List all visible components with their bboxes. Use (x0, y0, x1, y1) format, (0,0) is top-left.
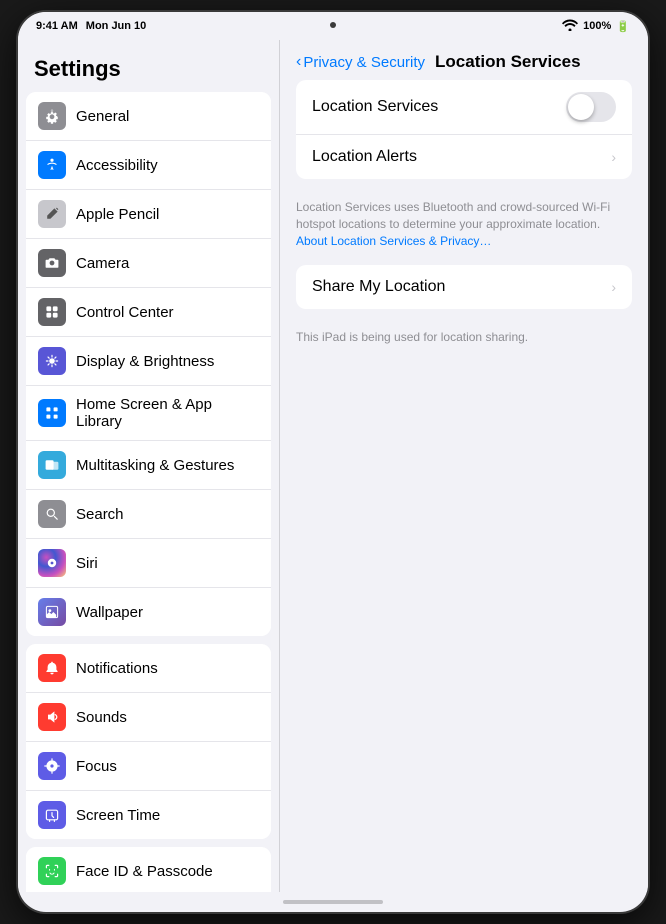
share-location-section: Share My Location › (296, 265, 632, 309)
sidebar-item-accessibility[interactable]: Accessibility (26, 141, 271, 190)
control-center-label: Control Center (76, 304, 259, 321)
apple-pencil-icon (38, 200, 66, 228)
sidebar-section-3: Face ID & Passcode Privacy & Security (26, 847, 271, 892)
home-bar (283, 900, 383, 904)
nav-title: Location Services (435, 52, 581, 72)
sidebar-item-focus[interactable]: Focus (26, 742, 271, 791)
home-screen-icon (38, 399, 66, 427)
share-my-location-row[interactable]: Share My Location › (296, 265, 632, 309)
search-label: Search (76, 506, 259, 523)
wallpaper-label: Wallpaper (76, 604, 259, 621)
sidebar-item-control-center[interactable]: Control Center (26, 288, 271, 337)
focus-icon (38, 752, 66, 780)
location-services-toggle[interactable] (566, 92, 616, 122)
multitasking-label: Multitasking & Gestures (76, 457, 259, 474)
sidebar-item-face-id[interactable]: Face ID & Passcode (26, 847, 271, 892)
general-label: General (76, 108, 259, 125)
sidebar-title: Settings (18, 40, 279, 92)
sidebar-section-2: Notifications Sounds Focus (26, 644, 271, 839)
ipad-frame: 9:41 AM Mon Jun 10 100% 🔋 Settings (18, 12, 648, 912)
sidebar-item-multitasking[interactable]: Multitasking & Gestures (26, 441, 271, 490)
description-section: Location Services uses Bluetooth and cro… (280, 195, 648, 265)
location-alerts-row[interactable]: Location Alerts › (296, 135, 632, 179)
sidebar: Settings General Accessibility (18, 40, 280, 892)
face-id-icon (38, 857, 66, 885)
share-my-location-label: Share My Location (312, 278, 603, 296)
sidebar-item-general[interactable]: General (26, 92, 271, 141)
share-my-location-chevron: › (611, 279, 616, 295)
wifi-icon (562, 19, 578, 34)
sounds-label: Sounds (76, 709, 259, 726)
location-services-section: Location Services Location Alerts › (296, 80, 632, 179)
nav-bar: ‹ Privacy & Security Location Services (280, 40, 648, 80)
location-alerts-label: Location Alerts (312, 148, 603, 166)
share-description-text: This iPad is being used for location sha… (296, 329, 632, 346)
notifications-label: Notifications (76, 660, 259, 677)
home-screen-label: Home Screen & App Library (76, 396, 259, 430)
status-bar-right: 100% 🔋 (562, 19, 630, 34)
focus-label: Focus (76, 758, 259, 775)
share-description-section: This iPad is being used for location sha… (280, 325, 648, 362)
date-display: Mon Jun 10 (86, 20, 147, 32)
screen-time-icon (38, 801, 66, 829)
sidebar-item-screen-time[interactable]: Screen Time (26, 791, 271, 839)
ipad-screen: 9:41 AM Mon Jun 10 100% 🔋 Settings (18, 12, 648, 912)
wallpaper-icon (38, 598, 66, 626)
top-camera (330, 22, 336, 28)
sidebar-section-1: General Accessibility Apple Pencil (26, 92, 271, 636)
nav-back-label: Privacy & Security (303, 54, 425, 71)
sidebar-item-siri[interactable]: Siri (26, 539, 271, 588)
nav-back-chevron: ‹ (296, 53, 301, 71)
sidebar-item-notifications[interactable]: Notifications (26, 644, 271, 693)
location-services-label: Location Services (312, 98, 566, 116)
accessibility-icon (38, 151, 66, 179)
detail-panel: ‹ Privacy & Security Location Services L… (280, 40, 648, 892)
nav-back-button[interactable]: ‹ Privacy & Security (296, 53, 425, 71)
screen-time-label: Screen Time (76, 807, 259, 824)
face-id-label: Face ID & Passcode (76, 863, 259, 880)
siri-icon (38, 549, 66, 577)
time-display: 9:41 AM (36, 20, 78, 32)
notifications-icon (38, 654, 66, 682)
battery-text: 100% (583, 20, 611, 32)
sidebar-item-wallpaper[interactable]: Wallpaper (26, 588, 271, 636)
display-brightness-label: Display & Brightness (76, 353, 259, 370)
camera-icon (38, 249, 66, 277)
sidebar-item-home-screen[interactable]: Home Screen & App Library (26, 386, 271, 441)
general-icon (38, 102, 66, 130)
sidebar-item-search[interactable]: Search (26, 490, 271, 539)
sounds-icon (38, 703, 66, 731)
sidebar-item-apple-pencil[interactable]: Apple Pencil (26, 190, 271, 239)
control-center-icon (38, 298, 66, 326)
home-indicator (18, 892, 648, 912)
main-area: Settings General Accessibility (18, 40, 648, 892)
accessibility-label: Accessibility (76, 157, 259, 174)
display-brightness-icon (38, 347, 66, 375)
sidebar-item-display-brightness[interactable]: Display & Brightness (26, 337, 271, 386)
about-location-link[interactable]: About Location Services & Privacy… (296, 234, 491, 248)
location-alerts-chevron: › (611, 149, 616, 165)
sidebar-item-camera[interactable]: Camera (26, 239, 271, 288)
apple-pencil-label: Apple Pencil (76, 206, 259, 223)
location-services-row[interactable]: Location Services (296, 80, 632, 135)
siri-label: Siri (76, 555, 259, 572)
multitasking-icon (38, 451, 66, 479)
status-bar-left: 9:41 AM Mon Jun 10 (36, 20, 146, 32)
toggle-knob (568, 94, 594, 120)
description-text: Location Services uses Bluetooth and cro… (296, 199, 632, 249)
sidebar-item-sounds[interactable]: Sounds (26, 693, 271, 742)
camera-label: Camera (76, 255, 259, 272)
search-icon (38, 500, 66, 528)
battery-icon: 🔋 (616, 20, 630, 33)
